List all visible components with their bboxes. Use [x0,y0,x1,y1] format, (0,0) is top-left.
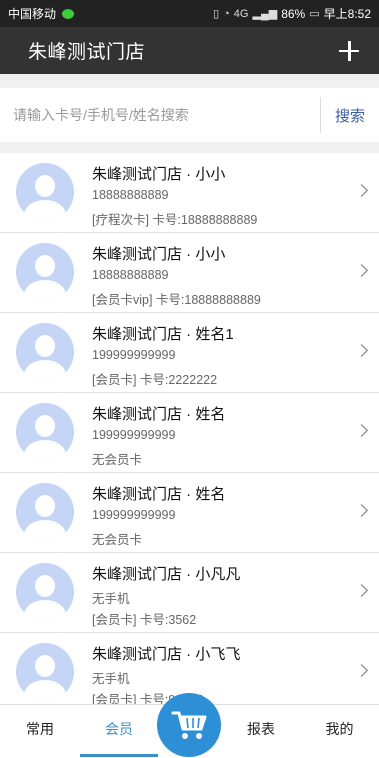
tab-members[interactable]: 会员 [80,705,158,758]
member-name: 朱峰测试门店 · 姓名 [92,486,226,503]
member-name: 朱峰测试门店 · 姓名 [92,406,226,423]
search-input[interactable] [0,87,320,143]
chevron-right-icon [355,664,368,677]
member-card: [会员卡] 卡号:3562 [92,613,197,627]
vibrate-icon: ▯ [213,8,220,20]
avatar [16,483,74,541]
tab-reports[interactable]: 报表 [222,705,300,758]
chevron-right-icon [355,504,368,517]
member-row[interactable]: 朱峰测试门店 · 小小 18888888889 [会员卡vip] 卡号:1888… [0,233,379,313]
member-phone: 199999999999 [92,348,176,362]
search-button[interactable]: 搜索 [321,105,379,126]
member-name: 朱峰测试门店 · 小凡凡 [92,566,241,583]
chevron-right-icon [355,184,368,197]
member-row[interactable]: 朱峰测试门店 · 姓名 199999999999 无会员卡 [0,473,379,553]
network-type: 4G [233,7,249,20]
carrier-label: 中国移动 [8,7,57,21]
cart-button[interactable] [157,693,221,757]
wechat-icon [62,8,75,19]
search-bar: 搜索 [0,87,379,143]
member-card: [会员卡vip] 卡号:18888888889 [92,293,261,307]
member-name: 朱峰测试门店 · 小小 [92,246,226,263]
battery-level: 86% [281,6,306,21]
battery-icon: ▭ [309,8,320,20]
member-row[interactable]: 朱峰测试门店 · 姓名 199999999999 无会员卡 [0,393,379,473]
chevron-right-icon [355,424,368,437]
app-header: 朱峰测试门店 [0,27,379,74]
avatar [16,563,74,621]
member-phone: 无手机 [92,672,130,686]
signal-icon: ▂▄▆ [252,8,278,20]
clock: 早上8:52 [323,7,371,21]
active-tab-indicator [80,754,158,757]
avatar [16,163,74,221]
status-bar: 中国移动 ▯ ◔ 4G ▂▄▆ 86% ▭ 早上8:52 [0,0,379,27]
member-phone: 无手机 [92,592,130,606]
member-card: [疗程次卡] 卡号:18888888889 [92,213,258,227]
member-name: 朱峰测试门店 · 小飞飞 [92,646,241,663]
avatar [16,403,74,461]
member-phone: 18888888889 [92,188,169,202]
tab-common[interactable]: 常用 [0,705,80,758]
member-name: 朱峰测试门店 · 姓名1 [92,326,234,343]
avatar [16,643,74,701]
member-phone: 199999999999 [92,508,176,522]
page-title: 朱峰测试门店 [28,42,146,63]
chevron-right-icon [355,264,368,277]
member-row[interactable]: 朱峰测试门店 · 小凡凡 无手机 [会员卡] 卡号:3562 [0,553,379,633]
plus-icon[interactable] [337,39,361,63]
tab-mine[interactable]: 我的 [300,705,379,758]
member-row[interactable]: 朱峰测试门店 · 小小 18888888889 [疗程次卡] 卡号:188888… [0,153,379,233]
avatar [16,323,74,381]
member-card: 无会员卡 [92,453,143,467]
member-row[interactable]: 朱峰测试门店 · 姓名1 199999999999 [会员卡] 卡号:22222… [0,313,379,393]
cart-icon [171,711,207,739]
member-card: [会员卡] 卡号:2222222 [92,373,218,387]
member-name: 朱峰测试门店 · 小小 [92,166,226,183]
member-phone: 18888888889 [92,268,169,282]
member-list: 朱峰测试门店 · 小小 18888888889 [疗程次卡] 卡号:188888… [0,153,379,704]
member-card: 无会员卡 [92,533,143,547]
avatar [16,243,74,301]
chevron-right-icon [355,344,368,357]
chevron-right-icon [355,584,368,597]
wifi-icon: ◔ [223,7,230,20]
member-phone: 199999999999 [92,428,176,442]
